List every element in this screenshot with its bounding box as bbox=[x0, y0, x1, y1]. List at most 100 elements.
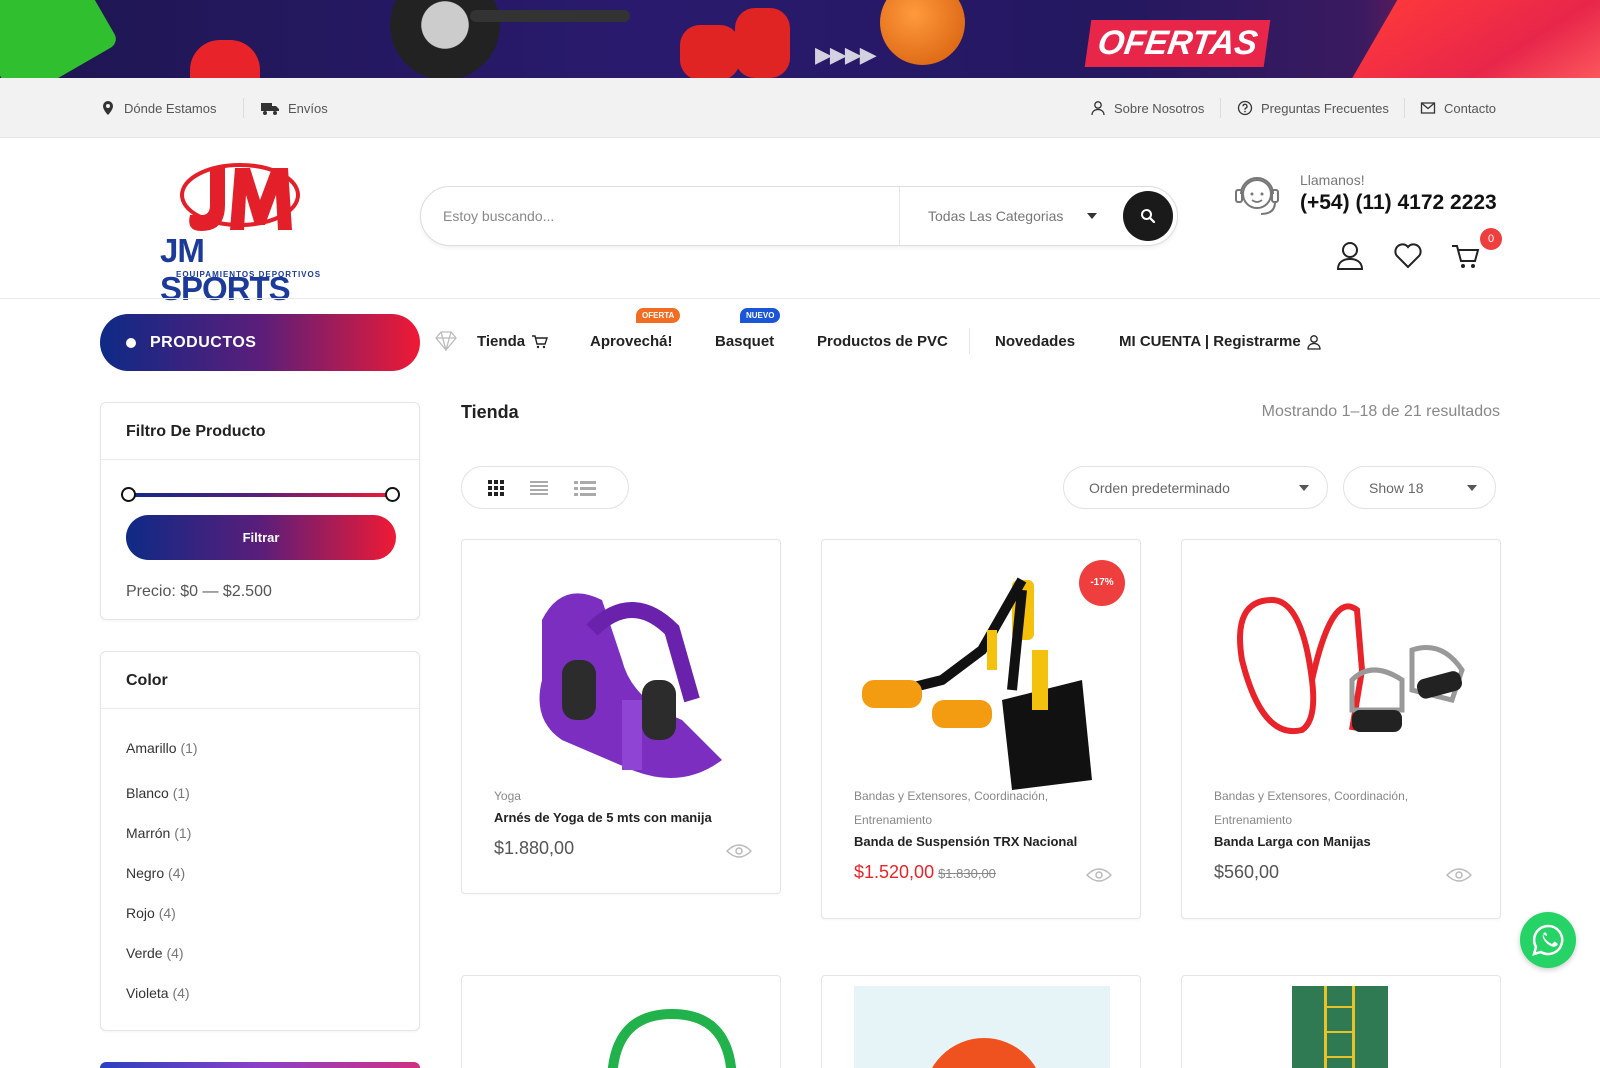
compact-grid-view-icon[interactable] bbox=[530, 480, 548, 496]
color-filter-item[interactable]: Rojo (4) bbox=[126, 905, 176, 921]
sidebar-promo-banner[interactable] bbox=[100, 1062, 420, 1068]
products-menu-button[interactable]: PRODUCTOS bbox=[100, 314, 420, 371]
promo-banner[interactable]: ▶▶▶▶ OFERTAS bbox=[0, 0, 1600, 78]
color-label: Rojo bbox=[126, 905, 155, 921]
search-bar: Todas Las Categorias bbox=[420, 186, 1178, 246]
product-card[interactable]: -17% Bandas y Extensores, Coordinación, … bbox=[821, 539, 1141, 919]
topbar-link-label: Preguntas Frecuentes bbox=[1261, 100, 1389, 116]
category-select[interactable]: Todas Las Categorias bbox=[899, 187, 1119, 245]
nav-item-mi-cuenta[interactable]: MI CUENTA | Registrarme bbox=[1119, 333, 1321, 350]
topbar-link-sobre-nosotros[interactable]: Sobre Nosotros bbox=[1090, 100, 1204, 116]
product-card[interactable]: Bandas y Extensores, Coordinación, Entre… bbox=[1181, 539, 1501, 919]
boxing-glove-image bbox=[680, 25, 740, 78]
price-range-slider[interactable] bbox=[121, 487, 400, 502]
cone-shape bbox=[924, 1038, 1044, 1068]
nav-item-aprovecha[interactable]: Aprovechá! bbox=[590, 333, 673, 350]
caret-down-icon bbox=[1087, 213, 1097, 219]
nav-item-productos-pvc[interactable]: Productos de PVC bbox=[817, 333, 948, 350]
product-category[interactable]: Bandas y Extensores, Coordinación, Entre… bbox=[1214, 784, 1474, 832]
color-label: Violeta bbox=[126, 985, 169, 1001]
divider bbox=[969, 328, 970, 354]
topbar-link-label: Dónde Estamos bbox=[124, 100, 217, 116]
color-label: Blanco bbox=[126, 785, 169, 801]
nav-item-label: MI CUENTA | Registrarme bbox=[1119, 333, 1301, 350]
jm-logo-mark bbox=[180, 163, 300, 231]
product-card[interactable] bbox=[461, 975, 781, 1068]
quick-view-eye-icon[interactable] bbox=[726, 843, 752, 859]
widget-title: Color bbox=[101, 652, 419, 709]
product-image-agility-ladder[interactable] bbox=[1292, 986, 1388, 1068]
call-us: Llamanos! (+54) (11) 4172 2223 bbox=[1230, 170, 1500, 230]
product-card[interactable] bbox=[821, 975, 1141, 1068]
site-logo[interactable]: JM SPORTS EQUIPAMIENTOS DEPORTIVOS bbox=[160, 160, 330, 307]
product-name[interactable]: Banda Larga con Manijas bbox=[1214, 834, 1371, 849]
product-card[interactable] bbox=[1181, 975, 1501, 1068]
sort-select-value: Orden predeterminado bbox=[1089, 480, 1230, 496]
view-toggle bbox=[461, 466, 629, 509]
topbar-link-contacto[interactable]: Contacto bbox=[1420, 100, 1496, 116]
cone-image bbox=[190, 40, 260, 78]
nav-item-basquet[interactable]: Basquet bbox=[715, 333, 774, 350]
topbar-link-preguntas-frecuentes[interactable]: Preguntas Frecuentes bbox=[1237, 100, 1389, 116]
color-count: (1) bbox=[180, 740, 198, 756]
whatsapp-icon bbox=[1532, 924, 1564, 956]
list-view-icon[interactable] bbox=[574, 480, 596, 496]
cart-icon[interactable] bbox=[1450, 240, 1482, 272]
sort-select[interactable]: Orden predeterminado bbox=[1063, 466, 1328, 509]
search-icon bbox=[1141, 209, 1156, 224]
ladder-rung bbox=[1324, 1031, 1355, 1033]
product-image-yoga-harness[interactable] bbox=[482, 560, 760, 790]
search-input[interactable] bbox=[443, 201, 883, 231]
account-icon[interactable] bbox=[1336, 240, 1364, 272]
color-filter-item[interactable]: Violeta (4) bbox=[126, 985, 190, 1001]
product-image-green-band[interactable] bbox=[602, 1004, 742, 1068]
search-button[interactable] bbox=[1123, 191, 1173, 241]
color-filter-item[interactable]: Blanco (1) bbox=[126, 785, 190, 801]
product-image-resistance-band[interactable] bbox=[1202, 560, 1480, 790]
user-icon bbox=[1091, 101, 1105, 116]
product-category[interactable]: Bandas y Extensores, Coordinación, Entre… bbox=[854, 784, 1114, 832]
nav-item-tienda[interactable]: Tienda bbox=[477, 333, 549, 350]
decorative-chevrons: ▶▶▶▶ bbox=[815, 42, 877, 67]
per-page-select[interactable]: Show 18 bbox=[1343, 466, 1496, 509]
divider bbox=[243, 98, 244, 118]
original-price: $1.830,00 bbox=[938, 866, 996, 881]
topbar-link-envios[interactable]: Envíos bbox=[260, 100, 328, 116]
color-count: (4) bbox=[158, 905, 176, 921]
oferta-tag: OFERTA bbox=[636, 308, 681, 323]
product-card[interactable]: Yoga Arnés de Yoga de 5 mts con manija $… bbox=[461, 539, 781, 894]
phone-number[interactable]: (+54) (11) 4172 2223 bbox=[1300, 191, 1497, 215]
wishlist-heart-icon[interactable] bbox=[1393, 240, 1423, 272]
grid-view-icon[interactable] bbox=[488, 479, 504, 496]
page-title: Tienda bbox=[461, 402, 519, 422]
product-image-trx-suspension[interactable] bbox=[842, 560, 1120, 790]
filter-button[interactable]: Filtrar bbox=[126, 515, 396, 560]
product-name[interactable]: Banda de Suspensión TRX Nacional bbox=[854, 834, 1077, 849]
ab-wheel-handle-image bbox=[470, 10, 630, 22]
nav-item-novedades[interactable]: Novedades bbox=[995, 333, 1075, 350]
widget-title: Filtro De Producto bbox=[101, 403, 419, 460]
question-circle-icon bbox=[1237, 100, 1253, 116]
color-filter-item[interactable]: Verde (4) bbox=[126, 945, 184, 961]
call-label: Llamanos! bbox=[1300, 172, 1365, 188]
slider-handle-min[interactable] bbox=[121, 487, 136, 502]
topbar-link-donde-estamos[interactable]: Dónde Estamos bbox=[100, 100, 217, 116]
quick-view-eye-icon[interactable] bbox=[1086, 867, 1112, 883]
color-count: (1) bbox=[174, 825, 192, 841]
color-label: Marrón bbox=[126, 825, 171, 841]
product-image-cone[interactable] bbox=[854, 986, 1110, 1068]
discount-badge: -17% bbox=[1079, 560, 1125, 606]
color-filter-item[interactable]: Marrón (1) bbox=[126, 825, 191, 841]
quick-view-eye-icon[interactable] bbox=[1446, 867, 1472, 883]
product-name[interactable]: Arnés de Yoga de 5 mts con manija bbox=[494, 810, 712, 825]
slider-handle-max[interactable] bbox=[385, 487, 400, 502]
color-count: (1) bbox=[172, 785, 190, 801]
color-filter-item[interactable]: Amarillo (1) bbox=[126, 740, 198, 756]
whatsapp-button[interactable] bbox=[1520, 912, 1576, 968]
nuevo-tag: NUEVO bbox=[740, 308, 781, 323]
divider bbox=[1220, 98, 1221, 118]
banner-headline: OFERTAS bbox=[1084, 20, 1271, 67]
product-category[interactable]: Yoga bbox=[494, 784, 754, 808]
price-range-label: Precio: $0 — $2.500 bbox=[126, 583, 272, 600]
color-filter-item[interactable]: Negro (4) bbox=[126, 865, 185, 881]
